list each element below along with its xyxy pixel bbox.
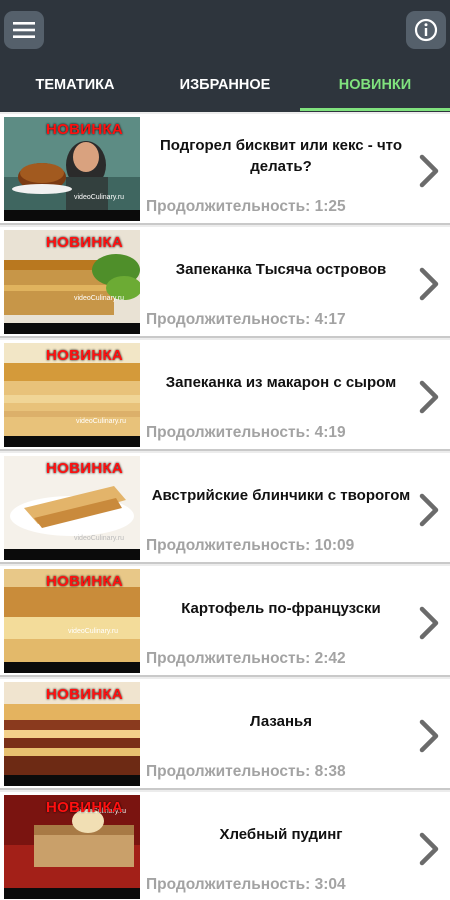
new-badge: НОВИНКА — [46, 686, 124, 703]
tab-topics[interactable]: ТЕМАТИКА — [0, 58, 150, 112]
video-title: Запеканка из макарон с сыром — [165, 373, 397, 391]
info-icon — [414, 18, 438, 42]
chevron-right-icon — [419, 267, 439, 301]
svg-text:videoCulinary.ru: videoCulinary.ru — [76, 418, 126, 425]
svg-text:videoCulinary.ru: videoCulinary.ru — [74, 194, 124, 201]
new-badge: НОВИНКА — [46, 799, 124, 816]
video-duration: Продолжительность: 10:09 — [146, 537, 355, 554]
chevron-right-icon — [419, 493, 439, 527]
video-thumbnail: videoCulinary.ru НОВИНКА — [4, 117, 140, 221]
video-thumbnail: videoCulinary.ru НОВИНКА — [4, 456, 140, 560]
new-badge: НОВИНКА — [46, 573, 124, 590]
video-duration: Продолжительность: 2:42 — [146, 650, 346, 667]
svg-text:videoCulinary.ru: videoCulinary.ru — [74, 295, 124, 302]
list-item[interactable]: videoCulinary.ru НОВИНКА Запеканка из ма… — [0, 340, 450, 451]
chevron-right-icon — [419, 380, 439, 414]
video-duration: Продолжительность: 8:38 — [146, 763, 346, 780]
video-title: Лазанья — [249, 712, 313, 730]
list-item[interactable]: videoCulinary.ru НОВИНКА Австрийские бли… — [0, 453, 450, 564]
chevron-right-icon — [419, 832, 439, 866]
video-thumbnail: videoCulinary.ru НОВИНКА — [4, 569, 140, 673]
list-item[interactable]: НОВИНКА Лазанья Продолжительность: 8:38 — [0, 679, 450, 790]
video-duration: Продолжительность: 4:17 — [146, 311, 346, 328]
video-title: Картофель по-французски — [181, 599, 381, 617]
video-title: Запеканка Тысяча островов — [175, 260, 387, 278]
chevron-right-icon — [419, 154, 439, 188]
svg-text:videoCulinary.ru: videoCulinary.ru — [74, 535, 124, 542]
video-title: Австрийские блинчики с творогом — [151, 486, 411, 504]
list-item[interactable]: videoCulinary.ru НОВИНКА Запеканка Тысяч… — [0, 227, 450, 338]
hamburger-menu-icon — [13, 22, 35, 38]
video-list[interactable]: videoCulinary.ru НОВИНКА Подгорел бискви… — [0, 112, 450, 900]
video-thumbnail: videoCulinary.ru НОВИНКА — [4, 795, 140, 899]
list-item[interactable]: videoCulinary.ru НОВИНКА Картофель по-фр… — [0, 566, 450, 677]
chevron-right-icon — [419, 606, 439, 640]
tab-favorites[interactable]: ИЗБРАННОЕ — [150, 58, 300, 112]
new-badge: НОВИНКА — [46, 460, 124, 477]
video-thumbnail: НОВИНКА — [4, 682, 140, 786]
new-badge: НОВИНКА — [46, 121, 124, 138]
list-item[interactable]: videoCulinary.ru НОВИНКА Подгорел бискви… — [0, 114, 450, 225]
video-title: Подгорел бисквит или кекс - что делать? — [160, 137, 402, 175]
video-thumbnail: videoCulinary.ru НОВИНКА — [4, 343, 140, 447]
tab-new[interactable]: НОВИНКИ — [300, 58, 450, 112]
tab-bar: ТЕМАТИКА ИЗБРАННОЕ НОВИНКИ — [0, 58, 450, 112]
video-duration: Продолжительность: 3:04 — [146, 876, 346, 893]
video-title: Хлебный пудинг — [219, 825, 343, 843]
new-badge: НОВИНКА — [46, 234, 124, 251]
video-thumbnail: videoCulinary.ru НОВИНКА — [4, 230, 140, 334]
video-duration: Продолжительность: 1:25 — [146, 198, 346, 215]
info-button[interactable] — [406, 11, 446, 49]
chevron-right-icon — [419, 719, 439, 753]
new-badge: НОВИНКА — [46, 347, 124, 364]
list-item[interactable]: videoCulinary.ru НОВИНКА Хлебный пудинг … — [0, 792, 450, 900]
menu-button[interactable] — [4, 11, 44, 49]
active-tab-indicator — [300, 108, 450, 111]
app-toolbar — [0, 0, 450, 58]
svg-text:videoCulinary.ru: videoCulinary.ru — [68, 628, 118, 635]
video-duration: Продолжительность: 4:19 — [146, 424, 346, 441]
